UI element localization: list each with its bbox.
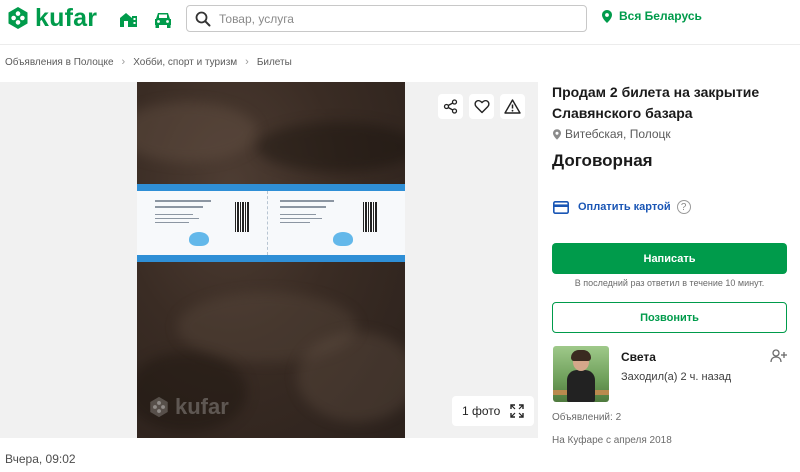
help-icon[interactable]: ? <box>676 200 691 214</box>
breadcrumb-item-hobby[interactable]: Хобби, спорт и туризм <box>133 57 237 68</box>
report-button[interactable] <box>500 94 525 119</box>
kufar-watermark-icon <box>150 396 168 418</box>
call-button[interactable]: Позвонить <box>552 302 787 333</box>
credit-card-icon <box>553 200 569 214</box>
breadcrumb-item-polotsk[interactable]: Объявления в Полоцке <box>5 57 114 68</box>
car-icon[interactable] <box>153 10 173 28</box>
kufar-logo[interactable]: kufar <box>6 5 97 31</box>
ad-price: Договорная <box>552 151 653 170</box>
share-button[interactable] <box>438 94 463 119</box>
seller-ads-count[interactable]: Объявлений: 2 <box>552 412 621 423</box>
header-divider <box>0 44 800 45</box>
warning-icon <box>504 99 521 114</box>
seller-name[interactable]: Света <box>621 350 656 364</box>
search-icon <box>195 11 211 27</box>
ad-date: Вчера, 09:02 <box>5 452 76 466</box>
photo-gallery: kufar 1 фото <box>0 82 538 438</box>
follow-seller-button[interactable] <box>770 349 787 368</box>
photo-count-button[interactable]: 1 фото <box>452 396 535 426</box>
pay-by-card-link[interactable]: Оплатить картой ? <box>553 200 691 214</box>
region-selector[interactable]: Вся Беларусь <box>602 9 702 23</box>
chevron-right-icon: › <box>245 56 249 68</box>
write-message-button[interactable]: Написать <box>552 243 787 274</box>
watermark-text: kufar <box>175 394 229 419</box>
location-pin-icon <box>602 9 612 23</box>
seller-last-seen: Заходил(а) 2 ч. назад <box>621 371 732 383</box>
ad-title: Продам 2 билета на закрытие Славянского … <box>552 84 760 121</box>
top-header: kufar Вся Беларусь <box>0 0 800 38</box>
photo-count-label: 1 фото <box>462 404 501 418</box>
location-pin-icon <box>553 128 561 140</box>
favorite-button[interactable] <box>469 94 494 119</box>
pay-by-card-label: Оплатить картой <box>578 201 671 213</box>
seller-avatar[interactable] <box>553 346 609 402</box>
search-input[interactable] <box>219 9 579 29</box>
breadcrumb-item-tickets[interactable]: Билеты <box>257 57 292 68</box>
reply-time-note: В последний раз ответил в течение 10 мин… <box>574 278 765 288</box>
kufar-logo-icon <box>8 7 28 29</box>
seller-member-since: На Куфаре с апреля 2018 <box>552 435 672 446</box>
region-label: Вся Беларусь <box>619 9 702 23</box>
logo-text: kufar <box>35 4 98 32</box>
ad-location: Витебская, Полоцк <box>553 127 671 141</box>
ad-photo[interactable] <box>137 82 405 438</box>
fullscreen-icon <box>510 404 525 418</box>
search-bar[interactable] <box>186 5 587 32</box>
ticket-image <box>137 184 405 262</box>
real-estate-icon[interactable] <box>118 10 138 28</box>
share-icon <box>443 99 458 114</box>
breadcrumb: Объявления в Полоцке › Хобби, спорт и ту… <box>5 56 292 68</box>
location-label: Витебская, Полоцк <box>565 127 671 141</box>
heart-icon <box>473 99 490 114</box>
add-user-icon <box>770 349 787 363</box>
chevron-right-icon: › <box>121 56 126 68</box>
kufar-watermark: kufar <box>148 394 229 420</box>
